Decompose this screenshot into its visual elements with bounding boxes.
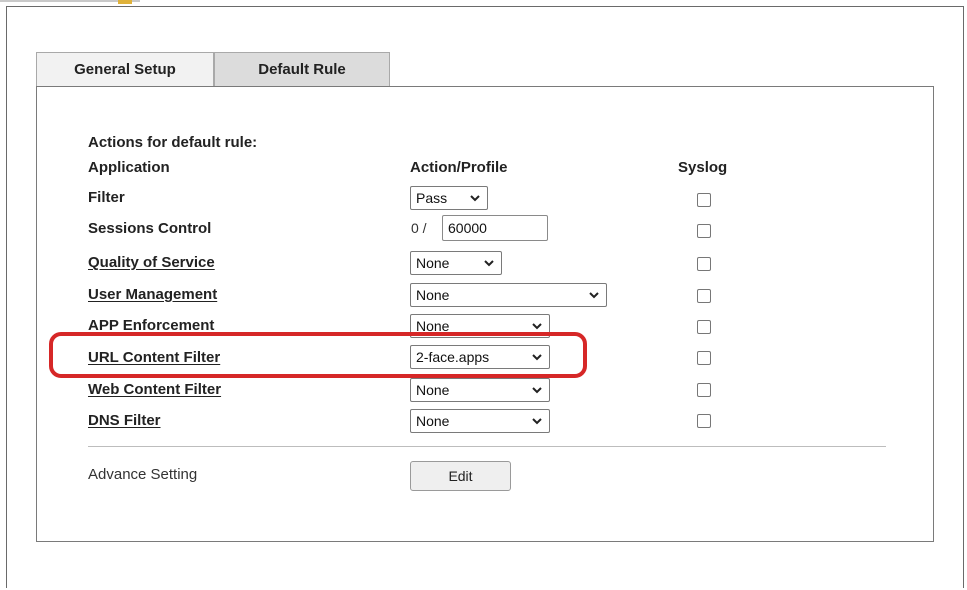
syslog-checkbox-app-enforcement[interactable] [697,320,711,334]
syslog-checkbox-dns-filter[interactable] [697,414,711,428]
qos-select-value: None [416,255,450,271]
syslog-checkbox-filter[interactable] [697,193,711,207]
user-management-select-value: None [416,287,450,303]
syslog-checkbox-qos[interactable] [697,257,711,271]
chevron-down-icon [532,323,542,330]
tab-default-rule[interactable]: Default Rule [214,52,390,86]
url-content-filter-select[interactable]: 2-face.apps [410,345,550,369]
web-content-filter-select-value: None [416,382,450,398]
tab-general-setup[interactable]: General Setup [36,52,214,86]
syslog-checkbox-url-content-filter[interactable] [697,351,711,365]
section-divider [88,446,886,447]
row-label-filter: Filter [88,189,125,206]
user-management-select[interactable]: None [410,283,607,307]
column-header-syslog: Syslog [678,159,728,176]
chevron-down-icon [470,195,480,202]
web-content-filter-select[interactable]: None [410,378,550,402]
syslog-checkbox-web-content-filter[interactable] [697,383,711,397]
dns-filter-select-value: None [416,413,450,429]
filter-select-value: Pass [416,190,448,206]
top-edge-fragment [0,0,140,4]
filter-select[interactable]: Pass [410,186,488,210]
section-title: Actions for default rule: [88,134,258,151]
row-link-url-content-filter[interactable]: URL Content Filter [88,349,220,366]
row-link-quality-of-service[interactable]: Quality of Service [88,254,215,271]
syslog-checkbox-sessions-control[interactable] [697,224,711,238]
chevron-down-icon [589,292,599,299]
sessions-limit-value: 60000 [448,220,487,236]
app-enforcement-select[interactable]: None [410,314,550,338]
chevron-down-icon [532,418,542,425]
syslog-checkbox-user-management[interactable] [697,289,711,303]
chevron-down-icon [532,387,542,394]
row-link-web-content-filter[interactable]: Web Content Filter [88,381,221,398]
column-header-action-profile: Action/Profile [410,159,508,176]
column-header-application: Application [88,159,170,176]
row-label-app-enforcement: APP Enforcement [88,317,215,334]
sessions-limit-input[interactable]: 60000 [442,215,548,241]
qos-select[interactable]: None [410,251,502,275]
app-enforcement-select-value: None [416,318,450,334]
chevron-down-icon [532,354,542,361]
sessions-current-count: 0 / [411,220,427,236]
dns-filter-select[interactable]: None [410,409,550,433]
row-link-user-management[interactable]: User Management [88,286,217,303]
edit-button[interactable]: Edit [410,461,511,491]
advance-setting-label: Advance Setting [88,466,198,483]
row-label-sessions-control: Sessions Control [88,220,212,237]
url-content-filter-select-value: 2-face.apps [416,349,490,365]
chevron-down-icon [484,260,494,267]
row-link-dns-filter[interactable]: DNS Filter [88,412,161,429]
